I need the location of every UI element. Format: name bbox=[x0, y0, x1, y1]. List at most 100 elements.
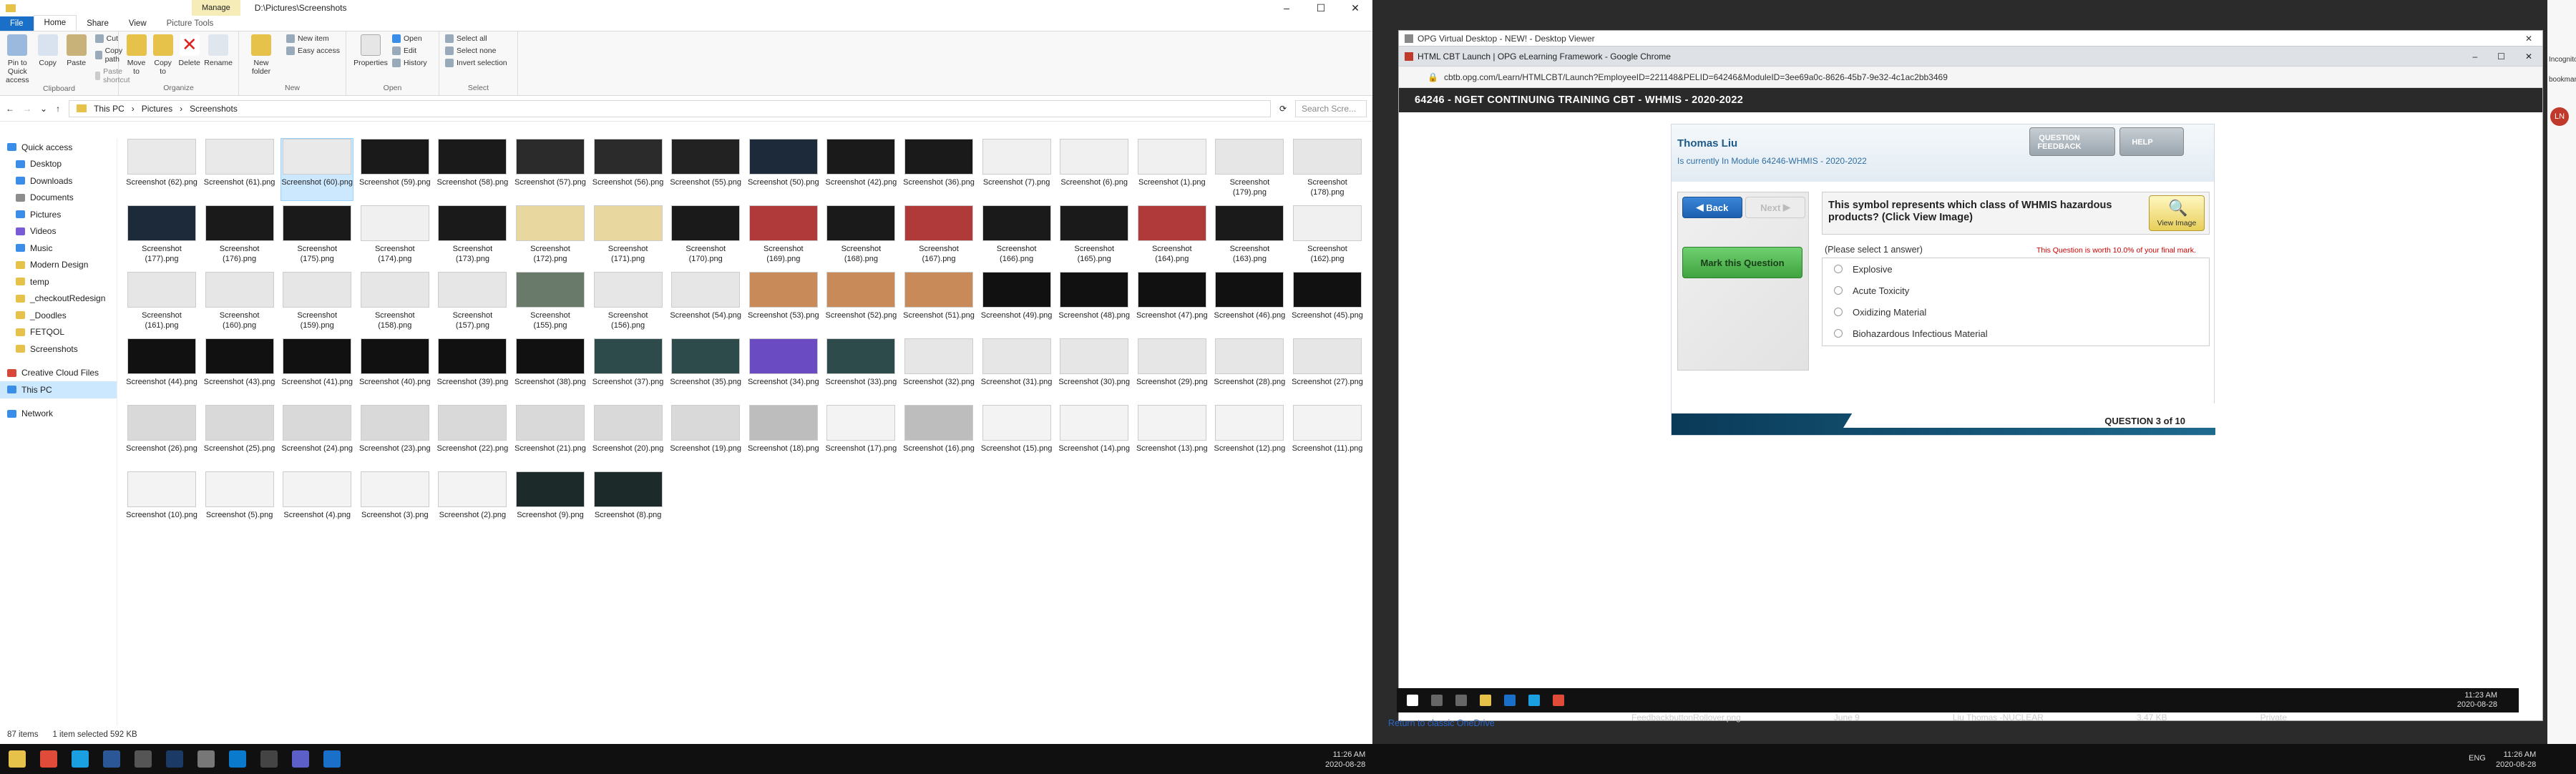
radio-icon[interactable] bbox=[1834, 265, 1843, 273]
file-tile[interactable]: Screenshot (56).png bbox=[592, 139, 664, 200]
back-button[interactable]: ◀ Back bbox=[1682, 197, 1742, 218]
easy-access-button[interactable]: Easy access bbox=[286, 46, 340, 55]
file-tile[interactable]: Screenshot (7).png bbox=[981, 139, 1053, 200]
app-icon[interactable] bbox=[323, 750, 341, 768]
file-tile[interactable]: Screenshot (43).png bbox=[204, 338, 275, 400]
file-tile[interactable]: Screenshot (37).png bbox=[592, 338, 664, 400]
file-tile[interactable]: Screenshot (158).png bbox=[359, 272, 431, 333]
file-tile[interactable]: Screenshot (24).png bbox=[281, 405, 353, 466]
file-tile[interactable]: Screenshot (175).png bbox=[281, 205, 353, 267]
file-tile[interactable]: Screenshot (26).png bbox=[126, 405, 197, 466]
question-feedback-button[interactable]: QUESTION FEEDBACK bbox=[2029, 127, 2115, 156]
chrome-icon[interactable] bbox=[1553, 695, 1564, 706]
answer-option[interactable]: Biohazardous Infectious Material bbox=[1823, 323, 2209, 344]
sidebar-item[interactable]: Desktop bbox=[0, 156, 117, 173]
file-tile[interactable]: Screenshot (155).png bbox=[514, 272, 586, 333]
sidebar-item[interactable]: Downloads bbox=[0, 172, 117, 190]
language-indicator[interactable]: ENG bbox=[2469, 754, 2486, 763]
file-tile[interactable]: Screenshot (5).png bbox=[204, 471, 275, 533]
file-tile[interactable]: Screenshot (14).png bbox=[1058, 405, 1130, 466]
sidebar-item[interactable]: FETQOL bbox=[0, 324, 117, 341]
file-tile[interactable]: Screenshot (25).png bbox=[204, 405, 275, 466]
chevron-down-icon[interactable]: ⌄ bbox=[40, 104, 47, 114]
file-tile[interactable]: Screenshot (28).png bbox=[1214, 338, 1285, 400]
file-explorer-icon[interactable] bbox=[1480, 695, 1491, 706]
file-tile[interactable]: Screenshot (38).png bbox=[514, 338, 586, 400]
tab-home[interactable]: Home bbox=[33, 15, 77, 31]
sidebar-item[interactable]: Videos bbox=[0, 223, 117, 240]
file-tile[interactable]: Screenshot (39).png bbox=[436, 338, 508, 400]
file-tile[interactable]: Screenshot (176).png bbox=[204, 205, 275, 267]
file-tile[interactable]: Screenshot (162).png bbox=[1292, 205, 1363, 267]
file-tile[interactable]: Screenshot (6).png bbox=[1058, 139, 1130, 200]
file-tile[interactable]: Screenshot (165).png bbox=[1058, 205, 1130, 267]
outlook-icon[interactable] bbox=[1504, 695, 1516, 706]
refresh-icon[interactable]: ⟳ bbox=[1279, 104, 1287, 114]
move-to-button[interactable]: Move to bbox=[125, 34, 148, 76]
minimize-icon[interactable]: – bbox=[2462, 52, 2487, 62]
invert-selection-button[interactable]: Invert selection bbox=[445, 59, 512, 67]
app-icon[interactable] bbox=[197, 750, 215, 768]
avatar[interactable]: LN bbox=[2550, 107, 2569, 126]
file-tile[interactable]: Screenshot (12).png bbox=[1214, 405, 1285, 466]
sidebar-item[interactable]: Creative Cloud Files bbox=[0, 365, 117, 382]
file-tile[interactable]: Screenshot (27).png bbox=[1292, 338, 1363, 400]
file-tile[interactable]: Screenshot (46).png bbox=[1214, 272, 1285, 333]
close-icon[interactable]: ✕ bbox=[1338, 2, 1372, 14]
word-icon[interactable] bbox=[103, 750, 120, 768]
file-tile[interactable]: Screenshot (179).png bbox=[1214, 139, 1285, 200]
file-tile[interactable]: Screenshot (62).png bbox=[126, 139, 197, 200]
tab-view[interactable]: View bbox=[119, 16, 157, 31]
sidebar-item[interactable]: This PC bbox=[0, 381, 117, 398]
chrome-icon[interactable] bbox=[40, 750, 57, 768]
sidebar-item[interactable]: _Doodles bbox=[0, 307, 117, 324]
new-folder-button[interactable]: New folder bbox=[245, 34, 278, 76]
forward-arrow-icon[interactable]: → bbox=[23, 104, 31, 114]
sticky-notes-icon[interactable] bbox=[72, 750, 89, 768]
teams-icon[interactable] bbox=[292, 750, 309, 768]
file-tile[interactable]: Screenshot (40).png bbox=[359, 338, 431, 400]
file-tile[interactable]: Screenshot (170).png bbox=[670, 205, 741, 267]
search-icon[interactable] bbox=[1431, 695, 1443, 706]
close-icon[interactable]: ✕ bbox=[2525, 34, 2542, 44]
help-button[interactable]: HELP bbox=[2119, 127, 2184, 156]
file-tile[interactable]: Screenshot (172).png bbox=[514, 205, 586, 267]
file-tile[interactable]: Screenshot (17).png bbox=[825, 405, 897, 466]
select-none-button[interactable]: Select none bbox=[445, 46, 512, 55]
file-tile[interactable]: Screenshot (61).png bbox=[204, 139, 275, 200]
sidebar-item[interactable]: Modern Design bbox=[0, 257, 117, 274]
file-tile[interactable]: Screenshot (171).png bbox=[592, 205, 664, 267]
tab-share[interactable]: Share bbox=[77, 16, 119, 31]
file-tile[interactable]: Screenshot (15).png bbox=[981, 405, 1053, 466]
file-tile[interactable]: Screenshot (58).png bbox=[436, 139, 508, 200]
file-tile[interactable]: Screenshot (52).png bbox=[825, 272, 897, 333]
address-bar[interactable]: This PC › Pictures › Screenshots bbox=[69, 99, 1271, 117]
answer-option[interactable]: Oxidizing Material bbox=[1823, 301, 2209, 323]
file-tile[interactable]: Screenshot (29).png bbox=[1136, 338, 1208, 400]
file-tile[interactable]: Screenshot (22).png bbox=[436, 405, 508, 466]
back-arrow-icon[interactable]: ← bbox=[6, 104, 14, 114]
minimize-icon[interactable]: – bbox=[1269, 2, 1304, 14]
sidebar-item[interactable]: temp bbox=[0, 273, 117, 290]
file-tile[interactable]: Screenshot (30).png bbox=[1058, 338, 1130, 400]
file-tile[interactable]: Screenshot (60).png bbox=[280, 138, 354, 201]
file-tile[interactable]: Screenshot (23).png bbox=[359, 405, 431, 466]
file-tile[interactable]: Screenshot (3).png bbox=[359, 471, 431, 533]
radio-icon[interactable] bbox=[1834, 329, 1843, 338]
file-explorer-icon[interactable] bbox=[9, 750, 26, 768]
file-tile[interactable]: Screenshot (31).png bbox=[981, 338, 1053, 400]
file-tile[interactable]: Screenshot (177).png bbox=[126, 205, 197, 267]
file-tile[interactable]: Screenshot (44).png bbox=[126, 338, 197, 400]
breadcrumb-screenshots[interactable]: Screenshots bbox=[190, 104, 238, 114]
file-tile[interactable]: Screenshot (1).png bbox=[1136, 139, 1208, 200]
file-tile[interactable]: Screenshot (36).png bbox=[903, 139, 975, 200]
file-tile[interactable]: Screenshot (47).png bbox=[1136, 272, 1208, 333]
file-tile[interactable]: Screenshot (159).png bbox=[281, 272, 353, 333]
file-tile[interactable]: Screenshot (34).png bbox=[748, 338, 819, 400]
file-tile[interactable]: Screenshot (51).png bbox=[903, 272, 975, 333]
mark-question-button[interactable]: Mark this Question bbox=[1682, 247, 1802, 278]
view-image-button[interactable]: 🔍 View Image bbox=[2149, 195, 2205, 231]
file-tile[interactable]: Screenshot (11).png bbox=[1292, 405, 1363, 466]
sidebar-item[interactable]: Network bbox=[0, 406, 117, 423]
next-button[interactable]: Next ▶ bbox=[1745, 197, 1805, 218]
